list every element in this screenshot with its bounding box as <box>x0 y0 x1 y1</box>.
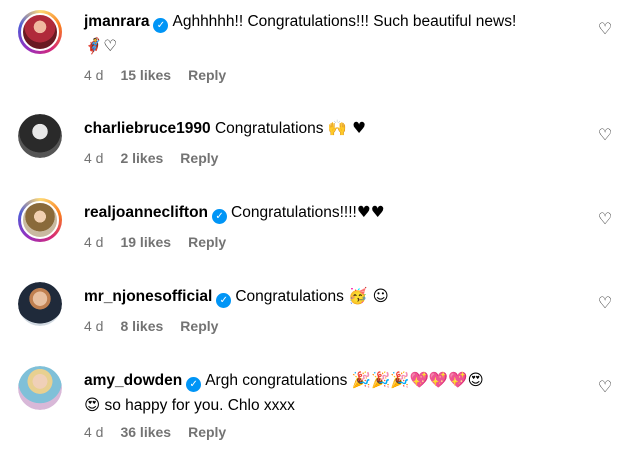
comment-emoji: 😍 <box>84 396 101 414</box>
avatar[interactable] <box>18 198 62 242</box>
reply-button[interactable]: Reply <box>188 234 226 250</box>
avatar[interactable] <box>18 10 62 54</box>
comment-likes[interactable]: 8 likes <box>120 318 163 334</box>
comment-emoji-line: 🦸♡ <box>84 37 118 55</box>
comment-text: Congratulations <box>235 288 344 305</box>
avatar[interactable] <box>18 282 62 326</box>
comment-text: Congratulations <box>214 120 324 137</box>
comment-time: 4 d <box>84 67 104 83</box>
comment-username[interactable]: mr_njonesofficial <box>84 288 212 305</box>
comment-text-continued: so happy for you. Chlo xxxx <box>104 397 295 414</box>
comment-time: 4 d <box>84 234 104 250</box>
comment-emojis: 🙌 ♥ <box>327 119 366 137</box>
reply-button[interactable]: Reply <box>188 67 226 83</box>
heart-outline-icon[interactable]: ♡ <box>596 210 614 228</box>
comment-time: 4 d <box>84 150 104 166</box>
heart-outline-icon[interactable]: ♡ <box>596 294 614 312</box>
reply-button[interactable]: Reply <box>180 318 218 334</box>
comment-username[interactable]: amy_dowden <box>84 372 182 389</box>
comment-emojis: 🎉🎉🎉💖💖💖😍 <box>351 371 484 389</box>
comment-username[interactable]: charliebruce1990 <box>84 120 211 137</box>
comment-likes[interactable]: 19 likes <box>120 234 171 250</box>
comment-text: Argh congratulations <box>205 372 348 389</box>
avatar[interactable] <box>18 366 62 410</box>
comment-emojis: 🥳 ☺ <box>348 287 389 305</box>
comment-time: 4 d <box>84 318 104 334</box>
reply-button[interactable]: Reply <box>180 150 218 166</box>
comment-likes[interactable]: 36 likes <box>120 424 171 440</box>
comment-likes[interactable]: 15 likes <box>120 67 171 83</box>
comment-time: 4 d <box>84 424 104 440</box>
heart-outline-icon[interactable]: ♡ <box>596 378 614 396</box>
heart-outline-icon[interactable]: ♡ <box>596 20 614 38</box>
avatar[interactable] <box>18 114 62 158</box>
verified-badge-icon: ✓ <box>212 209 228 224</box>
comment-emojis: ♥♥ <box>356 203 385 221</box>
comment-username[interactable]: realjoanneclifton <box>84 204 208 221</box>
comment-username[interactable]: jmanrara <box>84 13 149 30</box>
reply-button[interactable]: Reply <box>188 424 226 440</box>
verified-badge-icon: ✓ <box>216 293 232 308</box>
verified-badge-icon: ✓ <box>153 18 169 33</box>
comment-likes[interactable]: 2 likes <box>120 150 163 166</box>
comment-text: Aghhhhh!! Congratulations!!! Such beauti… <box>172 13 517 30</box>
comment-text: Congratulations!!!! <box>231 204 357 221</box>
verified-badge-icon: ✓ <box>186 377 202 392</box>
heart-outline-icon[interactable]: ♡ <box>596 126 614 144</box>
